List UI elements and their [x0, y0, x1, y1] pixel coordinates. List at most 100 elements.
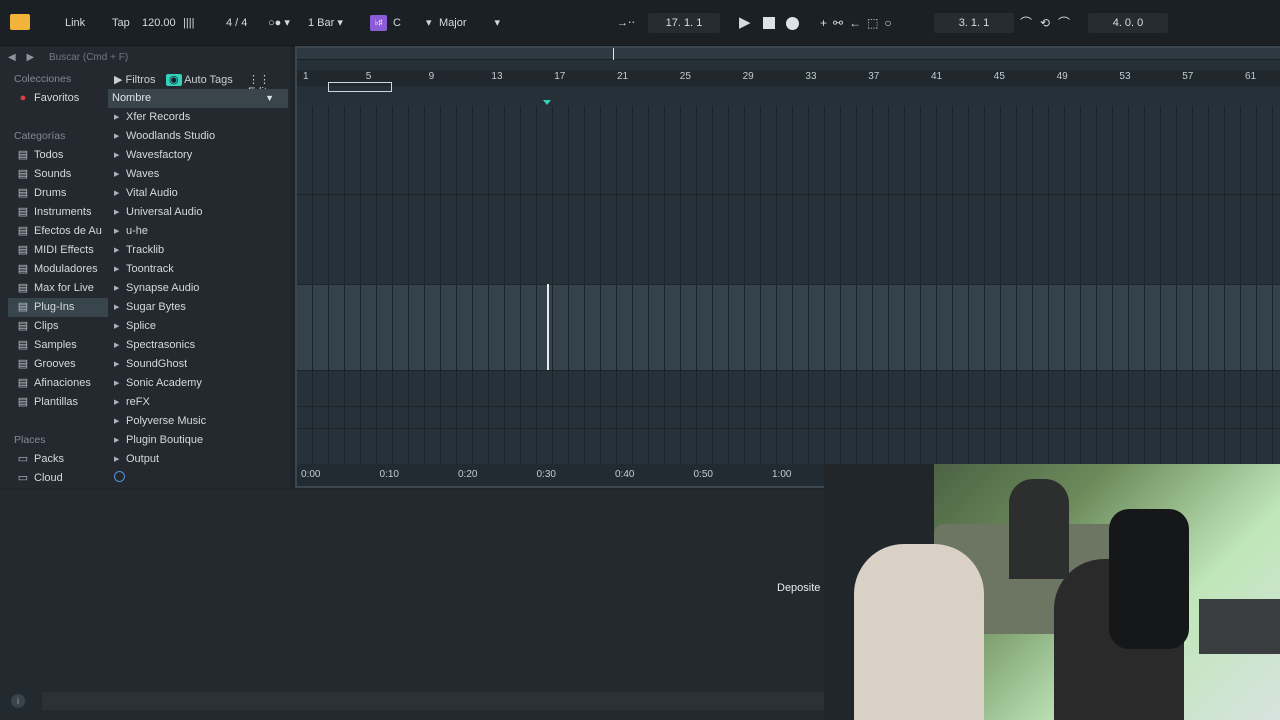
sidebar-item-moduladores[interactable]: ▤ Moduladores	[8, 260, 108, 279]
sidebar-item-packs[interactable]: ▭ Packs	[8, 450, 108, 469]
list-item[interactable]: reFX	[108, 393, 288, 412]
automation-icons[interactable]: +⚯←⬚○	[820, 13, 898, 33]
filter-bar: ▶ Filtros ◉ Auto Tags ⋮⋮ Edit	[108, 70, 288, 98]
browser-list: ▶ Filtros ◉ Auto Tags ⋮⋮ Edit Nombre ▼ Xf…	[108, 70, 288, 482]
add-icon[interactable]	[114, 471, 125, 482]
stop-button[interactable]	[763, 17, 775, 29]
sidebar-item-afinaciones[interactable]: ▤ Afinaciones	[8, 374, 108, 393]
link-button[interactable]: Link	[65, 13, 85, 33]
loop-start-field[interactable]: 3. 1. 1	[934, 13, 1014, 33]
filters-button[interactable]: ▶ Filtros	[114, 73, 155, 86]
bar-number: 33	[805, 71, 817, 82]
view-toggle-icon[interactable]	[10, 14, 30, 30]
sidebar-item-plug-ins[interactable]: ▤ Plug-Ins	[8, 298, 108, 317]
webcam-video	[824, 464, 1280, 720]
scale-value: Major	[439, 17, 467, 29]
punch-icons[interactable]: ⌒⟲⌒	[1020, 13, 1078, 33]
signature-field[interactable]: 4 / 4	[226, 13, 247, 33]
record-button[interactable]	[786, 17, 799, 30]
list-item[interactable]: SoundGhost	[108, 355, 288, 374]
list-item[interactable]: Xfer Records	[108, 108, 288, 127]
sidebar-item-label: Grooves	[34, 358, 76, 370]
sidebar-item-clips[interactable]: ▤ Clips	[8, 317, 108, 336]
play-icon: ▶	[114, 74, 126, 86]
sidebar-item-drums[interactable]: ▤ Drums	[8, 184, 108, 203]
tap-button[interactable]: Tap	[112, 13, 130, 33]
bar-number: 29	[742, 71, 754, 82]
metronome-icon[interactable]: ||||	[183, 13, 194, 33]
red-dot-icon: ●	[19, 92, 27, 104]
sidebar-item-todos[interactable]: ▤ Todos	[8, 146, 108, 165]
position-field[interactable]: 17. 1. 1	[648, 13, 720, 33]
scale-select[interactable]: Major ▾	[439, 13, 500, 33]
list-item[interactable]: Polyverse Music	[108, 412, 288, 431]
list-item[interactable]: Output	[108, 450, 288, 469]
list-item[interactable]: u-he	[108, 222, 288, 241]
tempo-field[interactable]: 120.00	[142, 13, 176, 33]
bar-ruler[interactable]: 1 5 9 13 17 21 25 29 33 37 41 45 49 53 57 61	[297, 70, 1280, 86]
track-lane-selected[interactable]	[297, 284, 1280, 370]
person-left	[854, 544, 984, 720]
list-item[interactable]: Splice	[108, 317, 288, 336]
key-select[interactable]: C ▾	[393, 13, 431, 33]
quantize-select[interactable]: 1 Bar ▾	[308, 13, 343, 33]
sidebar-item-sounds[interactable]: ▤ Sounds	[8, 165, 108, 184]
play-button[interactable]: ▶	[739, 13, 751, 33]
back-icon[interactable]: ◀	[8, 52, 16, 63]
sidebar-item-samples[interactable]: ▤ Samples	[8, 336, 108, 355]
overview-strip[interactable]	[297, 48, 1280, 60]
list-item[interactable]: Spectrasonics	[108, 336, 288, 355]
forward-icon[interactable]: ▶	[26, 52, 34, 63]
list-item[interactable]: Sugar Bytes	[108, 298, 288, 317]
time-label: 0:10	[379, 469, 399, 480]
list-item[interactable]: Wavesfactory	[108, 146, 288, 165]
time-label: 0:40	[615, 469, 635, 480]
packs-icon: ▭	[17, 453, 29, 465]
list-item[interactable]: Plugin Boutique	[108, 431, 288, 450]
list-item[interactable]: Universal Audio	[108, 203, 288, 222]
list-item[interactable]: Vital Audio	[108, 184, 288, 203]
sidebar-item-label: Instruments	[34, 206, 92, 218]
time-label: 0:00	[301, 469, 321, 480]
clip-icon: ▤	[17, 320, 29, 332]
sidebar-item-label: Efectos de Au	[34, 225, 102, 237]
quantize-value: 1 Bar	[308, 17, 335, 29]
track-lane[interactable]	[297, 106, 1280, 194]
loop-length-field[interactable]: 4. 0. 0	[1088, 13, 1168, 33]
status-bar	[42, 692, 824, 710]
track-lane[interactable]	[297, 428, 1280, 464]
sidebar-item-cloud[interactable]: ▭ Cloud	[8, 469, 108, 488]
sidebar-item-grooves[interactable]: ▤ Grooves	[8, 355, 108, 374]
column-header-nombre[interactable]: Nombre ▼	[108, 89, 288, 108]
loop-brace[interactable]	[328, 82, 392, 92]
sidebar-item-midi-effects[interactable]: ▤ MIDI Effects	[8, 241, 108, 260]
track-lane[interactable]	[297, 406, 1280, 428]
info-icon[interactable]: i	[11, 694, 25, 708]
record-mode-icon[interactable]: ○● ▾	[268, 13, 290, 33]
track-lane[interactable]	[297, 194, 1280, 284]
sidebar-item-efectos-de-au[interactable]: ▤ Efectos de Au	[8, 222, 108, 241]
sidebar-item-plantillas[interactable]: ▤ Plantillas	[8, 393, 108, 412]
list-item[interactable]: Waves	[108, 165, 288, 184]
sidebar-item-label: Favoritos	[34, 92, 80, 104]
person-back	[1009, 479, 1069, 579]
autotags-button[interactable]: ◉ Auto Tags	[166, 73, 233, 86]
track-lane[interactable]	[297, 370, 1280, 406]
sidebar-item-max-for-live[interactable]: ▤ Max for Live	[8, 279, 108, 298]
bar-number: 13	[491, 71, 503, 82]
list-item[interactable]: Synapse Audio	[108, 279, 288, 298]
sort-icon[interactable]: ▼	[265, 89, 274, 108]
playhead-marker-icon	[543, 100, 551, 105]
sidebar-item-favoritos[interactable]: ● Favoritos	[8, 89, 108, 108]
list-item[interactable]: Sonic Academy	[108, 374, 288, 393]
list-item[interactable]: Woodlands Studio	[108, 127, 288, 146]
scale-icon[interactable]: ♭♯	[370, 15, 387, 31]
search-input[interactable]: ◀ ▶ Buscar (Cmd + F)	[8, 48, 288, 68]
arrangement-view[interactable]: 1 5 9 13 17 21 25 29 33 37 41 45 49 53 57 61 0:00 0:10 0:…	[295, 46, 1280, 488]
follow-icon[interactable]: →⋅⋅	[617, 13, 635, 33]
list-item[interactable]: Tracklib	[108, 241, 288, 260]
sidebar-item-label: MIDI Effects	[34, 244, 94, 256]
list-item[interactable]: Toontrack	[108, 260, 288, 279]
sidebar-item-label: Samples	[34, 339, 77, 351]
sidebar-item-instruments[interactable]: ▤ Instruments	[8, 203, 108, 222]
